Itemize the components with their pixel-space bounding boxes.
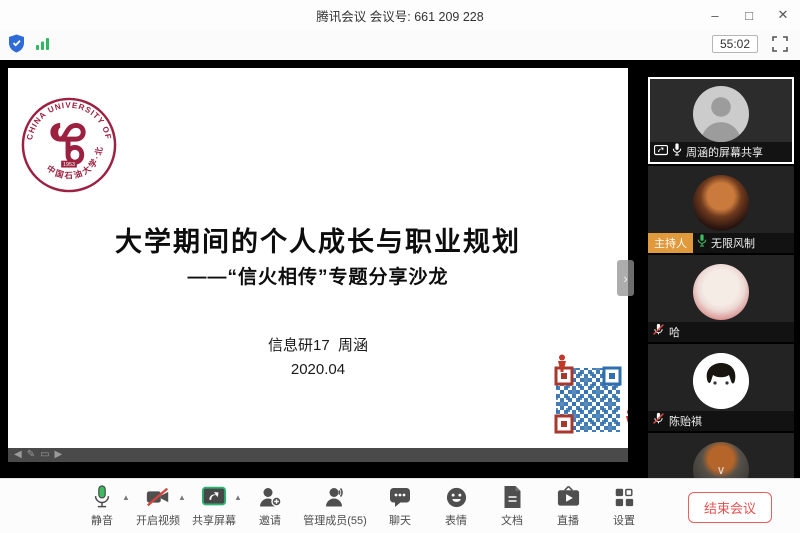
participant-tile[interactable]: 哈 xyxy=(648,255,794,342)
shared-screen-region: CHINA UNIVERSITY OF PETROLEUM 中国石油大学·北京 … xyxy=(0,60,800,478)
chat-icon xyxy=(388,484,412,510)
avatar xyxy=(693,86,749,142)
participant-name: 陈贻祺 xyxy=(669,413,702,429)
close-button[interactable]: ✕ xyxy=(766,0,800,30)
university-logo: CHINA UNIVERSITY OF PETROLEUM 中国石油大学·北京 … xyxy=(20,96,118,194)
documents-label: 文档 xyxy=(501,512,523,528)
fullscreen-icon[interactable] xyxy=(772,36,788,52)
participant-name: 无限风制 xyxy=(711,235,755,251)
participant-name: 哈 xyxy=(669,324,680,340)
tencent-meeting-window: 腾讯会议 会议号: 661 209 228 – □ ✕ 55:02 xyxy=(0,0,800,533)
settings-button[interactable]: 设置 xyxy=(596,484,652,528)
mute-label: 静音 xyxy=(91,512,113,528)
maximize-button[interactable]: □ xyxy=(732,0,766,30)
presentation-slide: CHINA UNIVERSITY OF PETROLEUM 中国石油大学·北京 … xyxy=(8,68,628,448)
slide-subtitle: ——“信火相传”专题分享沙龙 xyxy=(8,262,628,289)
participant-tile-host[interactable]: 主持人 无限风制 xyxy=(648,166,794,253)
mic-muted-icon xyxy=(652,412,665,430)
chat-label: 聊天 xyxy=(389,512,411,528)
mic-muted-icon xyxy=(652,323,665,341)
prev-slide-icon[interactable]: ◀ xyxy=(14,448,22,462)
participant-namebar: 主持人 无限风制 xyxy=(648,233,794,253)
start-video-label: 开启视频 xyxy=(136,512,180,528)
slide-overview-icon[interactable]: ▭ xyxy=(40,448,49,462)
qr-code xyxy=(540,354,628,448)
mute-button[interactable]: 静音 xyxy=(74,484,130,528)
settings-label: 设置 xyxy=(613,512,635,528)
next-slide-icon[interactable]: ▶ xyxy=(55,448,63,462)
share-screen-label: 共享屏幕 xyxy=(192,512,236,528)
emoji-button[interactable]: 表情 xyxy=(428,484,484,528)
start-video-button[interactable]: 开启视频 xyxy=(130,484,186,528)
mic-active-icon xyxy=(697,234,707,252)
participant-name: 周涵的屏幕共享 xyxy=(686,144,763,160)
documents-button[interactable]: 文档 xyxy=(484,484,540,528)
logo-year: 1953 xyxy=(63,162,75,168)
participant-namebar: 哈 xyxy=(648,322,794,342)
mic-on-icon xyxy=(672,143,682,161)
network-signal-icon[interactable] xyxy=(35,36,51,56)
slide-date: 2020.04 xyxy=(8,361,628,378)
live-stream-button[interactable]: 直播 xyxy=(540,484,596,528)
participant-tile[interactable]: 陈贻祺 xyxy=(648,344,794,431)
scroll-down-indicator[interactable]: ∨ xyxy=(648,464,794,478)
camera-off-icon xyxy=(145,484,171,510)
sidebar-collapse-handle[interactable]: › xyxy=(617,260,634,296)
members-icon xyxy=(323,484,347,510)
emoji-label: 表情 xyxy=(445,512,467,528)
title-bar: 腾讯会议 会议号: 661 209 228 – □ ✕ xyxy=(0,0,800,30)
chevron-right-icon: › xyxy=(623,271,627,286)
microphone-icon xyxy=(91,484,113,510)
invite-label: 邀请 xyxy=(259,512,281,528)
live-tv-icon xyxy=(556,484,581,510)
document-icon xyxy=(502,484,523,510)
screen-share-icon xyxy=(654,143,668,161)
manage-members-button[interactable]: 管理成员(55) xyxy=(298,484,372,528)
window-title: 腾讯会议 会议号: 661 209 228 xyxy=(316,6,483,25)
invite-icon xyxy=(258,484,282,510)
participant-tile-screen-share[interactable]: 周涵的屏幕共享 xyxy=(648,77,794,164)
meeting-timer: 55:02 xyxy=(712,35,758,53)
participant-sidebar: 周涵的屏幕共享 主持人 无限风制 xyxy=(648,77,794,478)
end-meeting-button[interactable]: 结束会议 xyxy=(688,492,772,523)
share-screen-button[interactable]: 共享屏幕 xyxy=(186,484,242,528)
manage-members-label: 管理成员(55) xyxy=(303,512,367,528)
window-controls: – □ ✕ xyxy=(698,0,800,30)
minimize-button[interactable]: – xyxy=(698,0,732,30)
live-stream-label: 直播 xyxy=(557,512,579,528)
settings-grid-icon xyxy=(613,484,635,510)
avatar xyxy=(693,264,749,320)
slide-title: 大学期间的个人成长与职业规划 xyxy=(8,220,628,259)
avatar xyxy=(693,175,749,231)
status-bar: 55:02 xyxy=(0,30,800,60)
presentation-controls: ◀ ✎ ▭ ▶ xyxy=(8,448,628,462)
pen-tool-icon[interactable]: ✎ xyxy=(27,448,35,462)
participant-namebar: 周涵的屏幕共享 xyxy=(650,142,792,162)
slide-presenter: 信息研17 周涵 xyxy=(8,334,628,355)
invite-button[interactable]: 邀请 xyxy=(242,484,298,528)
avatar xyxy=(693,353,749,409)
emoji-icon xyxy=(445,484,468,510)
participant-namebar: 陈贻祺 xyxy=(648,411,794,431)
meeting-toolbar: 静音 ▲ 开启视频 ▲ 共享屏幕 ▲ 邀请 xyxy=(0,478,800,533)
chat-button[interactable]: 聊天 xyxy=(372,484,428,528)
share-screen-icon xyxy=(201,484,227,510)
security-shield-icon[interactable] xyxy=(8,34,25,58)
host-badge: 主持人 xyxy=(648,233,693,253)
